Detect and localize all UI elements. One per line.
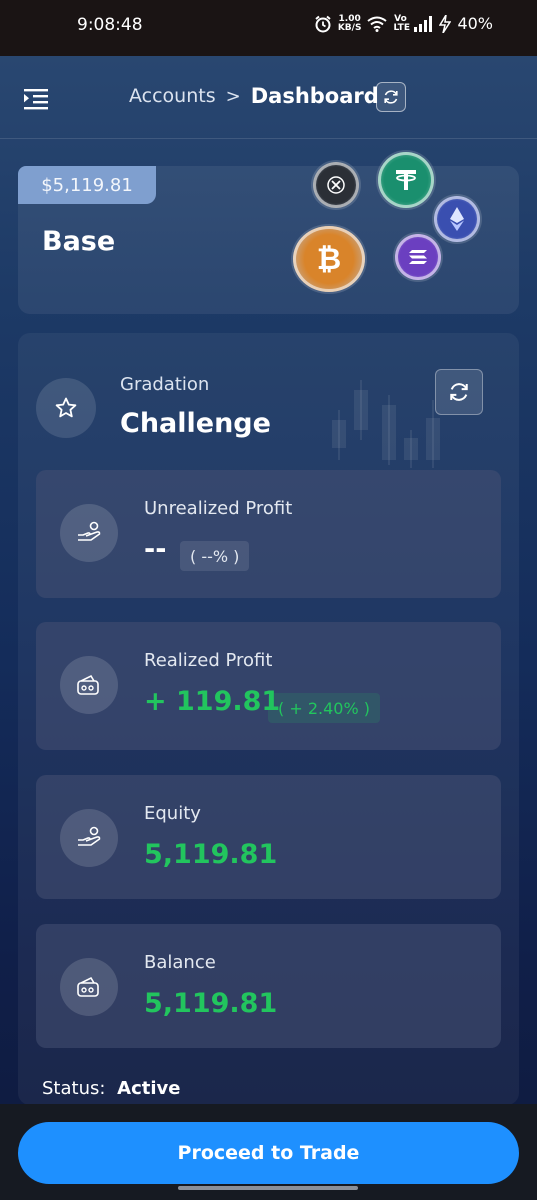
battery-percent: 40%: [457, 14, 493, 33]
unrealized-profit-card: Unrealized Profit -- ( --% ): [36, 470, 501, 598]
unrealized-profit-percent: ( --% ): [180, 541, 250, 571]
wifi-icon: [367, 16, 388, 32]
net-speed: 1.00 KB/S: [337, 14, 362, 33]
xrp-coin-icon: [313, 162, 359, 208]
status-label: Status:: [42, 1078, 106, 1099]
gradation-refresh-button[interactable]: [435, 369, 483, 415]
account-status: Status: Active: [42, 1078, 180, 1099]
breadcrumb: Accounts > Dashboard: [129, 84, 379, 108]
gradation-star-badge: [36, 378, 96, 438]
breadcrumb-accounts[interactable]: Accounts: [129, 85, 216, 107]
net-speed-unit: KB/S: [337, 22, 362, 33]
status-bar: 9:08:48 1.00 KB/S Vo LTE 40%: [0, 0, 537, 56]
equity-card: Equity 5,119.81: [36, 775, 501, 899]
account-card[interactable]: $5,119.81 Base: [18, 166, 519, 314]
realized-profit-percent: ( + 2.40% ): [268, 693, 380, 723]
bitcoin-glyph: ₿: [316, 241, 342, 277]
wallet-icon: [77, 976, 99, 997]
equity-icon-wrap: [60, 809, 118, 867]
header-refresh-button[interactable]: [376, 82, 406, 112]
charging-icon: [439, 14, 452, 33]
app-header: Accounts > Dashboard: [0, 56, 537, 139]
status-value: Active: [117, 1078, 181, 1099]
unrealized-profit-icon-wrap: [60, 504, 118, 562]
unrealized-profit-value: --: [144, 534, 167, 565]
balance-value: 5,119.81: [144, 988, 278, 1019]
realized-profit-label: Realized Profit: [144, 650, 273, 671]
realized-profit-icon-wrap: [60, 656, 118, 714]
account-name: Base: [42, 226, 116, 257]
signal-icon: [414, 15, 433, 32]
balance-label: Balance: [144, 952, 216, 973]
star-icon: [55, 397, 77, 418]
refresh-icon: [384, 90, 398, 104]
ethereum-coin-icon: [434, 196, 480, 242]
status-icons: 1.00 KB/S Vo LTE 40%: [314, 14, 493, 33]
home-indicator[interactable]: [178, 1186, 358, 1190]
equity-label: Equity: [144, 803, 201, 824]
hand-coin-icon: [78, 521, 101, 541]
realized-profit-card: Realized Profit + 119.81 ( + 2.40% ): [36, 622, 501, 750]
volte-label: Vo LTE: [393, 13, 410, 33]
bitcoin-coin-icon: ₿: [293, 226, 365, 292]
account-balance-badge: $5,119.81: [18, 166, 156, 204]
menu-icon[interactable]: [24, 88, 50, 110]
realized-profit-value: + 119.81: [144, 686, 281, 717]
candlestick-decoration: [332, 380, 440, 468]
wallet-icon: [77, 674, 99, 695]
equity-value: 5,119.81: [144, 839, 278, 870]
gradation-title: Challenge: [120, 408, 271, 439]
breadcrumb-dashboard: Dashboard: [250, 84, 379, 108]
solana-coin-icon: [395, 234, 441, 280]
status-time: 9:08:48: [77, 15, 143, 35]
hand-coin-icon: [78, 826, 101, 846]
gradation-label: Gradation: [120, 374, 210, 395]
unrealized-profit-label: Unrealized Profit: [144, 498, 293, 519]
balance-icon-wrap: [60, 958, 118, 1016]
balance-card: Balance 5,119.81: [36, 924, 501, 1048]
alarm-icon: [315, 15, 331, 32]
tether-coin-icon: [378, 152, 434, 208]
proceed-to-trade-button[interactable]: Proceed to Trade: [18, 1122, 519, 1184]
breadcrumb-separator: >: [225, 85, 241, 107]
refresh-icon: [450, 383, 468, 401]
